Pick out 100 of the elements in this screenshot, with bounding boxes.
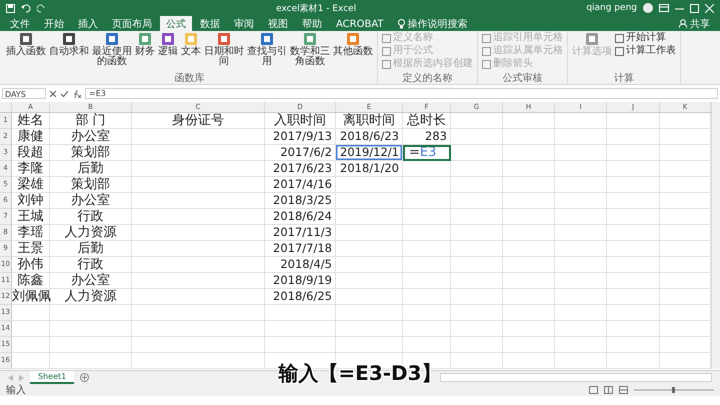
table-cell: 2019/12/1 (336, 145, 403, 161)
person-icon (679, 19, 687, 28)
empty-cell (451, 273, 503, 289)
formula-input[interactable]: =E3 (85, 88, 718, 99)
table-cell: 李隆 (12, 161, 50, 177)
empty-cell (607, 353, 660, 369)
tell-me-search[interactable]: 操作说明搜索 (392, 16, 474, 31)
ribbon-button[interactable]: 其他函数 (332, 32, 374, 57)
ribbon-tab[interactable]: 公式 (160, 16, 192, 31)
maximize-icon[interactable] (690, 4, 699, 12)
empty-cell (403, 257, 451, 273)
add-sheet-icon[interactable] (80, 373, 90, 382)
page-break-icon[interactable] (619, 386, 628, 394)
table-cell: 2018/1/20 (336, 161, 403, 177)
empty-cell (607, 321, 660, 337)
ribbon-tab[interactable]: ACROBAT (330, 16, 390, 31)
ribbon-button[interactable]: 查找与引用 (246, 32, 288, 67)
table-cell: 人力资源 (50, 225, 132, 241)
ribbon-button[interactable]: 开始计算 (614, 32, 677, 44)
group-label: 函数库 (174, 73, 206, 84)
empty-cell (607, 129, 660, 145)
empty-cell (607, 193, 660, 209)
normal-view-icon[interactable] (589, 386, 598, 394)
page-layout-icon[interactable] (604, 386, 613, 394)
zoom-slider-icon[interactable] (634, 387, 714, 393)
empty-cell (336, 177, 403, 193)
sheet-tab[interactable]: Sheet1 (30, 371, 74, 384)
empty-cell (555, 129, 607, 145)
empty-cell (451, 337, 503, 353)
empty-cell (555, 337, 607, 353)
insert-function-icon[interactable] (73, 90, 81, 98)
undo-icon[interactable] (21, 4, 31, 12)
empty-cell (403, 161, 451, 177)
ribbon-button[interactable]: 逻辑 (157, 32, 179, 57)
empty-cell (336, 209, 403, 225)
table-cell: 梁雄 (12, 177, 50, 193)
empty-cell (555, 161, 607, 177)
empty-cell (451, 177, 503, 193)
table-cell: 2018/6/24 (265, 209, 336, 225)
close-icon[interactable] (705, 4, 714, 12)
save-icon[interactable] (6, 4, 15, 12)
empty-cell (555, 241, 607, 257)
ribbon-tab[interactable]: 文件 (4, 16, 36, 31)
ribbon-button[interactable]: 插入函数 (5, 32, 47, 57)
ribbon-button[interactable]: 最近使用的函数 (91, 32, 133, 67)
share-button[interactable]: 共享 (673, 16, 716, 31)
empty-cell (607, 225, 660, 241)
table-cell: 后勤 (50, 241, 132, 257)
empty-cell (451, 129, 503, 145)
empty-cell (503, 177, 555, 193)
empty-cell (607, 257, 660, 273)
empty-cell (503, 353, 555, 369)
horizontal-scrollbar[interactable] (440, 373, 712, 382)
empty-cell (503, 289, 555, 305)
empty-cell (503, 209, 555, 225)
ribbon-button[interactable]: 日期和时间 (203, 32, 245, 67)
cancel-icon[interactable] (50, 90, 56, 96)
ribbon-display-icon[interactable] (659, 4, 669, 12)
empty-cell (607, 145, 660, 161)
ribbon-button[interactable]: 文本 (180, 32, 202, 57)
table-cell: 2017/6/23 (265, 161, 336, 177)
empty-cell (451, 145, 503, 161)
ribbon-button[interactable]: 计算工作表 (614, 45, 677, 57)
empty-cell (503, 161, 555, 177)
empty-cell (607, 113, 660, 129)
empty-cell (555, 225, 607, 241)
ribbon-button[interactable]: 数学和三角函数 (289, 32, 331, 67)
table-cell: 陈鑫 (12, 273, 50, 289)
empty-cell (607, 289, 660, 305)
status-mode: 输入 (6, 384, 26, 397)
ribbon-tab[interactable]: 开始 (38, 16, 70, 31)
ribbon-tab[interactable]: 数据 (194, 16, 226, 31)
window-title: excel素材1 - Excel (275, 2, 358, 14)
ribbon-button[interactable]: 自动求和 (48, 32, 90, 57)
redo-icon[interactable] (37, 4, 46, 12)
group-label: 公式审核 (502, 73, 544, 84)
empty-cell (607, 241, 660, 257)
ribbon-button[interactable]: 财务 (134, 32, 156, 57)
check-icon[interactable] (61, 90, 68, 96)
avatar-icon[interactable] (643, 3, 653, 13)
empty-cell (336, 273, 403, 289)
empty-cell (403, 305, 451, 321)
ribbon-tab[interactable]: 帮助 (296, 16, 328, 31)
vertical-scrollbar[interactable] (711, 102, 720, 369)
name-box[interactable]: DAYS (2, 88, 46, 99)
table-cell: 策划部 (50, 145, 132, 161)
empty-cell (403, 209, 451, 225)
empty-cell (451, 161, 503, 177)
empty-cell (503, 241, 555, 257)
ribbon-tab[interactable]: 插入 (72, 16, 104, 31)
table-cell: 离职时间 (336, 113, 403, 129)
table-cell: 康健 (12, 129, 50, 145)
empty-cell (265, 305, 336, 321)
empty-cell (451, 209, 503, 225)
ribbon-tab[interactable]: 审阅 (228, 16, 260, 31)
empty-cell (451, 113, 503, 129)
empty-cell (607, 209, 660, 225)
ribbon-tab[interactable]: 视图 (262, 16, 294, 31)
ribbon-tab[interactable]: 页面布局 (106, 16, 158, 31)
table-cell: 办公室 (50, 193, 132, 209)
